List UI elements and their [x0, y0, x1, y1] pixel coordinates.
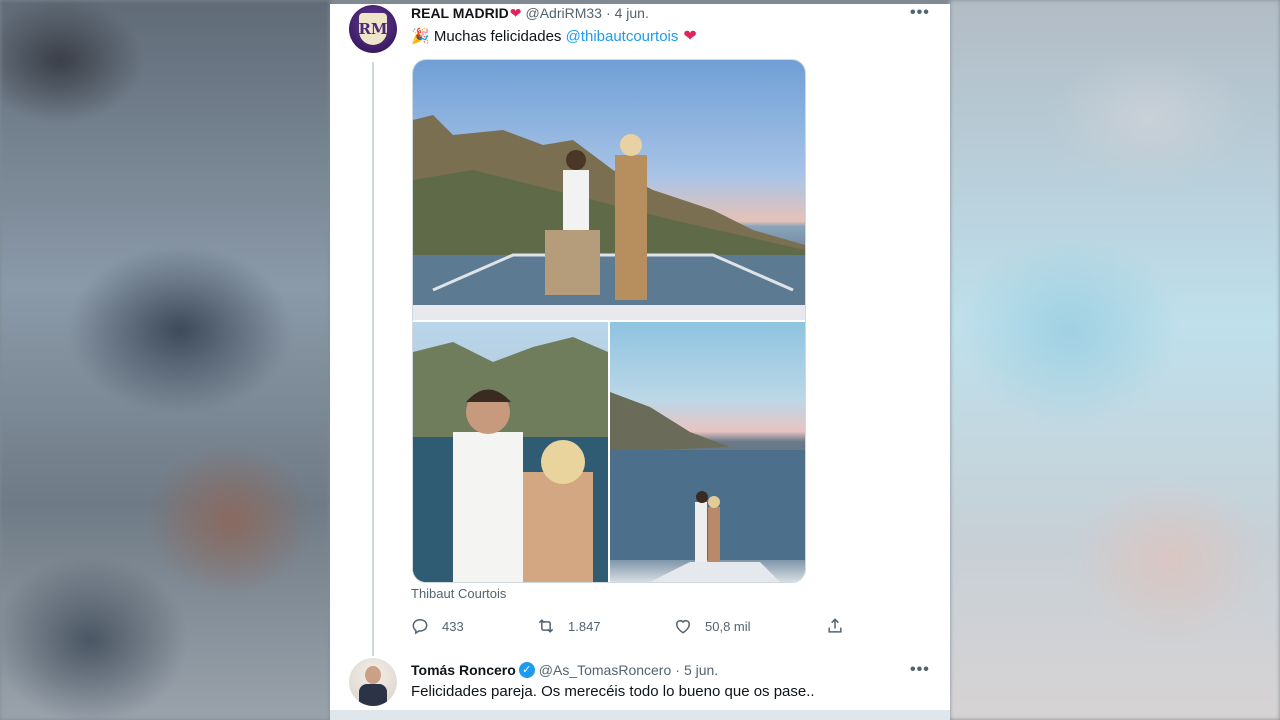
photo-proposal-boat[interactable] — [413, 60, 805, 320]
reply-text: Felicidades pareja. Os merecéis todo lo … — [411, 683, 815, 700]
retweet-count: 1.847 — [568, 618, 601, 634]
coast-mountains-image — [413, 115, 805, 320]
tweet-text-prefix: 🎉 Muchas felicidades — [411, 28, 566, 45]
tweet-actions: 433 1.847 50,8 mil — [410, 616, 850, 636]
like-button[interactable]: 50,8 mil — [673, 616, 751, 636]
tweet-date[interactable]: 5 jun. — [684, 662, 718, 678]
couple-closeup-image — [413, 337, 608, 582]
author-name[interactable]: REAL MADRID — [411, 5, 509, 21]
tweet-header: REAL MADRID ❤ @AdriRM33 · 4 jun. — [411, 4, 649, 22]
tweet-text: 🎉 Muchas felicidades @thibautcourtois ❤ — [411, 26, 697, 46]
card-bottom-divider — [330, 710, 950, 720]
heart-emoji-icon: ❤ — [509, 4, 522, 21]
author-handle[interactable]: @AdriRM33 — [525, 5, 601, 21]
avatar[interactable] — [349, 658, 397, 706]
verified-badge-icon: ✓ — [518, 662, 535, 678]
more-options-icon[interactable]: ••• — [910, 661, 930, 679]
author-handle[interactable]: @As_TomasRoncero — [539, 662, 672, 678]
photo-couple-closeup[interactable] — [413, 322, 608, 582]
share-button[interactable] — [825, 616, 857, 636]
reply-count: 433 — [442, 618, 464, 634]
mention-link[interactable]: @thibautcourtois — [566, 28, 679, 45]
retweet-button[interactable]: 1.847 — [536, 616, 601, 636]
dot-separator: · — [675, 662, 680, 678]
reply-icon — [412, 618, 428, 635]
heart-icon — [676, 620, 690, 634]
more-options-icon[interactable]: ••• — [910, 4, 930, 22]
like-count: 50,8 mil — [705, 618, 751, 634]
media-grid[interactable] — [412, 59, 806, 583]
tweet-date[interactable]: 4 jun. — [615, 5, 649, 21]
avatar[interactable]: RM — [349, 5, 397, 53]
heart-emoji-icon: ❤ — [683, 28, 697, 45]
photo-caption[interactable]: Thibaut Courtois — [411, 586, 506, 601]
real-madrid-crest-icon: RM — [358, 13, 388, 45]
reply-button[interactable]: 433 — [410, 616, 464, 636]
author-name[interactable]: Tomás Roncero — [411, 662, 516, 678]
background-left — [0, 0, 330, 720]
share-icon — [828, 618, 842, 633]
thread-line — [372, 62, 374, 656]
background-right — [950, 0, 1280, 720]
couple-boat-bow-image — [610, 392, 805, 582]
retweet-icon — [538, 619, 554, 633]
dot-separator: · — [605, 5, 611, 21]
photo-couple-boat-bow[interactable] — [610, 322, 805, 582]
reply-header: Tomás Roncero ✓ @As_TomasRoncero · 5 jun… — [411, 661, 718, 679]
tweet-thread-card: RM REAL MADRID ❤ @AdriRM33 · 4 jun. ••• … — [330, 4, 950, 716]
